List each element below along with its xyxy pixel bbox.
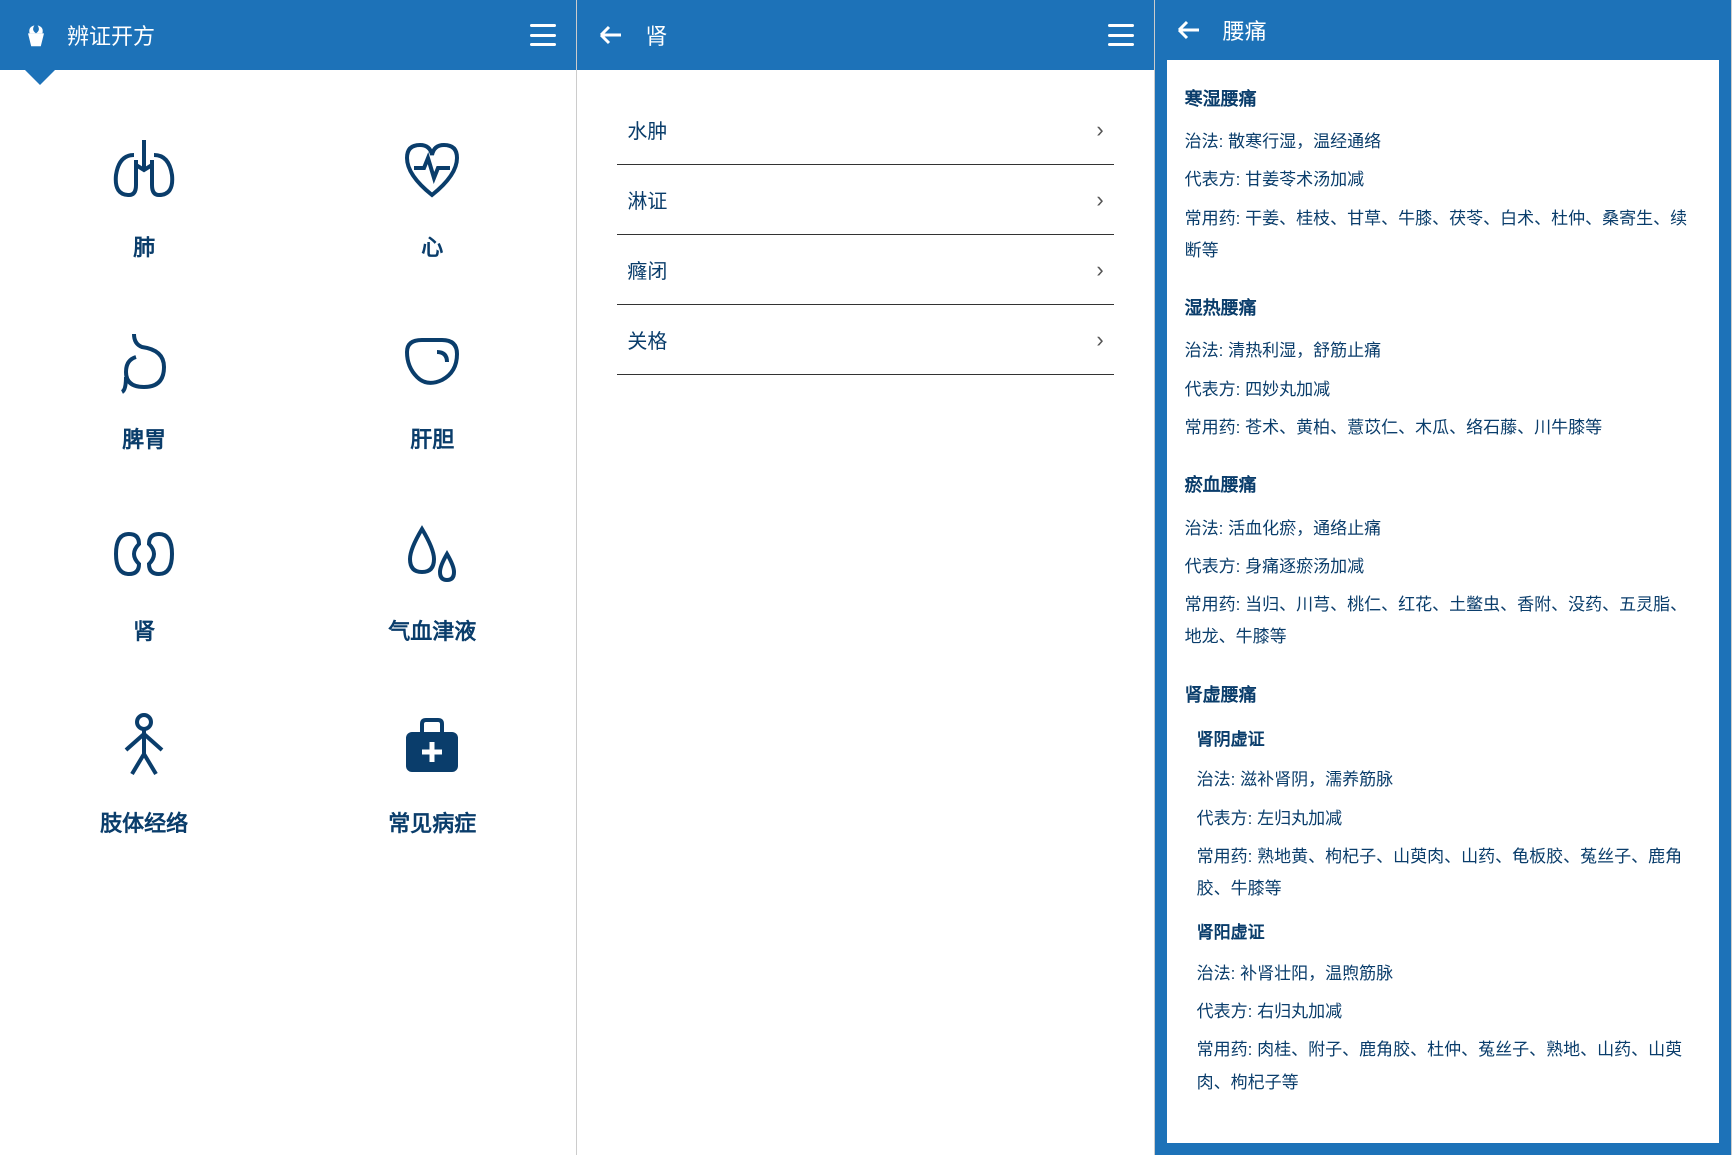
detail-title: 腰痛 bbox=[1223, 14, 1711, 46]
header-list: 肾 bbox=[577, 0, 1153, 70]
back-icon[interactable] bbox=[597, 21, 625, 49]
subsection-title: 肾阳虚证 bbox=[1197, 917, 1701, 949]
header-main: 辨证开方 bbox=[0, 0, 576, 70]
category-kidney[interactable]: 肾 bbox=[0, 514, 288, 646]
kidney-icon bbox=[104, 514, 184, 594]
list-item-label: 癃闭 bbox=[627, 255, 667, 284]
detail-subsection: 肾阳虚证治法: 补肾壮阳，温煦筋脉代表方: 右归丸加减常用药: 肉桂、附子、鹿角… bbox=[1197, 917, 1701, 1098]
section-title: 瘀血腰痛 bbox=[1185, 468, 1701, 502]
chevron-right-icon: › bbox=[1096, 327, 1103, 353]
header-detail: 腰痛 bbox=[1155, 0, 1731, 60]
section-title: 肾虚腰痛 bbox=[1185, 678, 1701, 712]
panel-categories: 辨证开方 肺 心 脾胃 肝胆 肾 气血津液 肢体经络 bbox=[0, 0, 577, 1155]
category-lungs[interactable]: 肺 bbox=[0, 130, 288, 262]
detail-row: 常用药: 肉桂、附子、鹿角胶、杜仲、菟丝子、熟地、山药、山萸肉、枸杞子等 bbox=[1197, 1034, 1701, 1099]
pointer-chevron bbox=[25, 70, 55, 85]
list-item[interactable]: 淋证 › bbox=[617, 165, 1113, 235]
detail-row: 代表方: 左归丸加减 bbox=[1197, 803, 1701, 835]
list-item-label: 淋证 bbox=[627, 185, 667, 214]
app-logo-icon bbox=[20, 19, 52, 51]
list-item[interactable]: 关格 › bbox=[617, 305, 1113, 375]
detail-section: 瘀血腰痛治法: 活血化瘀，通络止痛代表方: 身痛逐瘀汤加减常用药: 当归、川芎、… bbox=[1185, 468, 1701, 653]
category-heart[interactable]: 心 bbox=[288, 130, 576, 262]
category-label: 气血津液 bbox=[388, 614, 476, 646]
category-label: 肝胆 bbox=[410, 422, 454, 454]
drops-icon bbox=[392, 514, 472, 594]
detail-row: 常用药: 熟地黄、枸杞子、山萸肉、山药、龟板胶、菟丝子、鹿角胶、牛膝等 bbox=[1197, 841, 1701, 906]
detail-row: 治法: 滋补肾阴，濡养筋脉 bbox=[1197, 764, 1701, 796]
list-title: 肾 bbox=[645, 19, 1107, 51]
detail-row: 常用药: 干姜、桂枝、甘草、牛膝、茯苓、白术、杜仲、桑寄生、续断等 bbox=[1185, 203, 1701, 268]
liver-icon bbox=[392, 322, 472, 402]
panel-detail: 腰痛 寒湿腰痛治法: 散寒行湿，温经通络代表方: 甘姜苓术汤加减常用药: 干姜、… bbox=[1155, 0, 1732, 1155]
detail-row: 治法: 散寒行湿，温经通络 bbox=[1185, 126, 1701, 158]
detail-content[interactable]: 寒湿腰痛治法: 散寒行湿，温经通络代表方: 甘姜苓术汤加减常用药: 干姜、桂枝、… bbox=[1167, 60, 1719, 1143]
detail-row: 治法: 补肾壮阳，温煦筋脉 bbox=[1197, 958, 1701, 990]
stomach-icon bbox=[104, 322, 184, 402]
section-title: 湿热腰痛 bbox=[1185, 291, 1701, 325]
category-stomach[interactable]: 脾胃 bbox=[0, 322, 288, 454]
detail-section: 肾虚腰痛肾阴虚证治法: 滋补肾阴，濡养筋脉代表方: 左归丸加减常用药: 熟地黄、… bbox=[1185, 678, 1701, 1099]
detail-row: 常用药: 当归、川芎、桃仁、红花、土鳖虫、香附、没药、五灵脂、地龙、牛膝等 bbox=[1185, 589, 1701, 654]
chevron-right-icon: › bbox=[1096, 187, 1103, 213]
menu-icon[interactable] bbox=[1108, 24, 1134, 46]
list-item-label: 水肿 bbox=[627, 115, 667, 144]
section-title: 寒湿腰痛 bbox=[1185, 82, 1701, 116]
detail-row: 治法: 活血化瘀，通络止痛 bbox=[1185, 513, 1701, 545]
condition-list: 水肿 › 淋证 › 癃闭 › 关格 › bbox=[577, 70, 1153, 400]
detail-section: 湿热腰痛治法: 清热利湿，舒筋止痛代表方: 四妙丸加减常用药: 苍术、黄柏、薏苡… bbox=[1185, 291, 1701, 444]
header-title: 辨证开方 bbox=[67, 19, 530, 51]
detail-row: 代表方: 甘姜苓术汤加减 bbox=[1185, 164, 1701, 196]
category-label: 肢体经络 bbox=[100, 806, 188, 838]
menu-icon[interactable] bbox=[530, 24, 556, 46]
detail-row: 代表方: 右归丸加减 bbox=[1197, 996, 1701, 1028]
category-grid: 肺 心 脾胃 肝胆 肾 气血津液 肢体经络 常见病症 bbox=[0, 70, 576, 878]
detail-row: 代表方: 四妙丸加减 bbox=[1185, 374, 1701, 406]
list-item[interactable]: 水肿 › bbox=[617, 95, 1113, 165]
chevron-right-icon: › bbox=[1096, 257, 1103, 283]
detail-row: 常用药: 苍术、黄柏、薏苡仁、木瓜、络石藤、川牛膝等 bbox=[1185, 412, 1701, 444]
body-icon bbox=[104, 706, 184, 786]
category-label: 肾 bbox=[133, 614, 155, 646]
subsection-title: 肾阴虚证 bbox=[1197, 724, 1701, 756]
category-label: 常见病症 bbox=[388, 806, 476, 838]
category-common[interactable]: 常见病症 bbox=[288, 706, 576, 838]
panel-list: 肾 水肿 › 淋证 › 癃闭 › 关格 › bbox=[577, 0, 1154, 1155]
category-label: 心 bbox=[421, 230, 443, 262]
detail-section: 寒湿腰痛治法: 散寒行湿，温经通络代表方: 甘姜苓术汤加减常用药: 干姜、桂枝、… bbox=[1185, 82, 1701, 267]
back-icon[interactable] bbox=[1175, 16, 1203, 44]
detail-subsection: 肾阴虚证治法: 滋补肾阴，濡养筋脉代表方: 左归丸加减常用药: 熟地黄、枸杞子、… bbox=[1197, 724, 1701, 905]
category-limbs[interactable]: 肢体经络 bbox=[0, 706, 288, 838]
category-liver[interactable]: 肝胆 bbox=[288, 322, 576, 454]
chevron-right-icon: › bbox=[1096, 117, 1103, 143]
category-label: 肺 bbox=[133, 230, 155, 262]
lungs-icon bbox=[104, 130, 184, 210]
medkit-icon bbox=[392, 706, 472, 786]
category-fluids[interactable]: 气血津液 bbox=[288, 514, 576, 646]
list-item-label: 关格 bbox=[627, 325, 667, 354]
category-label: 脾胃 bbox=[122, 422, 166, 454]
detail-row: 代表方: 身痛逐瘀汤加减 bbox=[1185, 551, 1701, 583]
heart-icon bbox=[392, 130, 472, 210]
detail-row: 治法: 清热利湿，舒筋止痛 bbox=[1185, 335, 1701, 367]
list-item[interactable]: 癃闭 › bbox=[617, 235, 1113, 305]
